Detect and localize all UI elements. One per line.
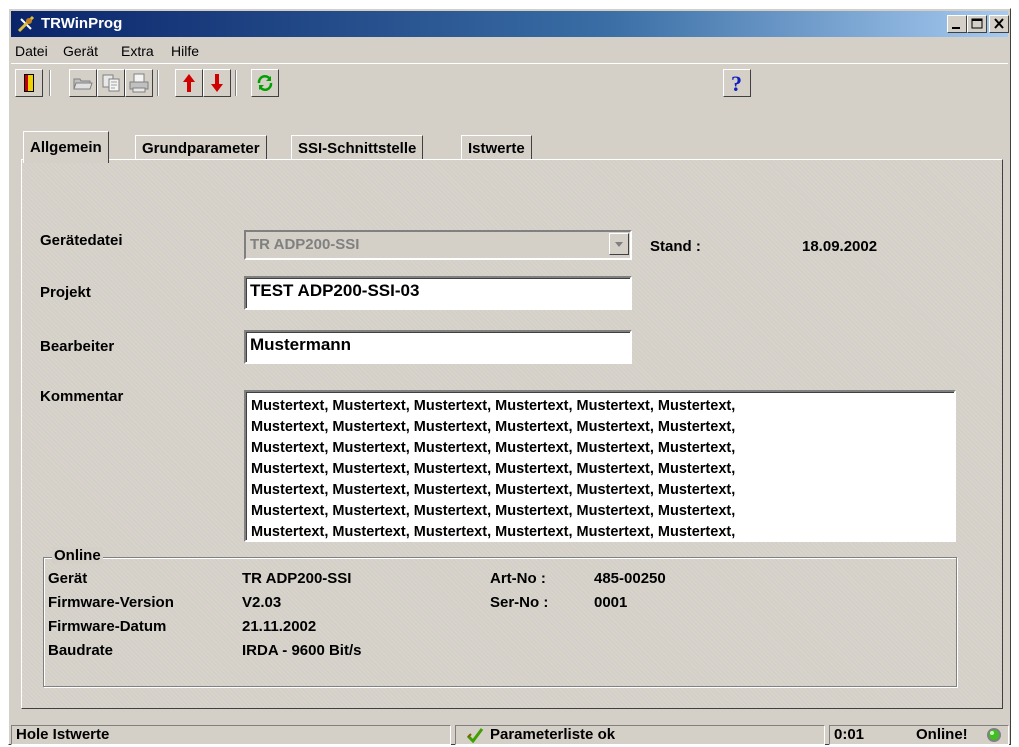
bearbeiter-input[interactable]: Mustermann xyxy=(244,330,632,364)
download-icon xyxy=(211,74,223,92)
geraet-value: TR ADP200-SSI xyxy=(242,570,352,587)
print-icon xyxy=(129,73,149,93)
print-button[interactable] xyxy=(125,69,153,97)
parameterliste-status: Parameterliste ok xyxy=(490,726,616,743)
tab-allgemein[interactable]: Allgemein xyxy=(23,131,109,163)
copy-icon xyxy=(102,74,120,92)
open-button[interactable] xyxy=(69,69,97,97)
status-panel-right: 0:01 Online! xyxy=(829,725,1009,745)
menu-datei[interactable]: Datei xyxy=(15,43,48,59)
help-icon: ? xyxy=(731,73,742,93)
exit-button[interactable] xyxy=(15,69,43,97)
kommentar-line: Mustertext, Mustertext, Mustertext, Must… xyxy=(251,419,736,435)
menu-geraet[interactable]: Gerät xyxy=(63,43,98,59)
exit-icon xyxy=(24,74,34,92)
kommentar-label: Kommentar xyxy=(40,388,124,405)
app-icon xyxy=(17,15,35,33)
bearbeiter-label: Bearbeiter xyxy=(40,338,115,355)
stand-value: 18.09.2002 xyxy=(802,238,878,255)
menu-extra[interactable]: Extra xyxy=(121,43,154,59)
maximize-button[interactable] xyxy=(967,15,987,33)
kommentar-line: Mustertext, Mustertext, Mustertext, Must… xyxy=(251,398,736,414)
kommentar-line: Mustertext, Mustertext, Mustertext, Must… xyxy=(251,503,736,519)
art-no-value: 485-00250 xyxy=(594,570,666,587)
toolbar: ? xyxy=(11,63,1008,99)
download-button[interactable] xyxy=(203,69,231,97)
chevron-down-icon xyxy=(615,242,623,247)
close-button[interactable] xyxy=(989,15,1009,33)
geraet-label: Gerät xyxy=(48,570,88,587)
online-groupbox: Online Gerät TR ADP200-SSI Art-No : 485-… xyxy=(43,547,957,687)
toolbar-separator xyxy=(157,70,159,96)
status-panel-left: Hole Istwerte xyxy=(11,725,451,745)
refresh-icon xyxy=(257,75,273,91)
kommentar-line: Mustertext, Mustertext, Mustertext, Must… xyxy=(251,440,736,456)
online-indicator-icon xyxy=(987,728,1001,742)
ser-no-value: 0001 xyxy=(594,594,628,611)
window-title: TRWinProg xyxy=(41,15,123,32)
upload-button[interactable] xyxy=(175,69,203,97)
status-bar: Hole Istwerte Parameterliste ok 0:01 Onl… xyxy=(11,725,1009,745)
stand-label: Stand : xyxy=(650,238,701,255)
tab-ssi-schnittstelle[interactable]: SSI-Schnittstelle xyxy=(291,135,424,161)
refresh-button[interactable] xyxy=(251,69,279,97)
app-window: TRWinProg Datei Gerät Extra Hilfe ? Allg… xyxy=(8,8,1011,745)
open-folder-icon xyxy=(73,78,93,90)
kommentar-line: Mustertext, Mustertext, Mustertext, Must… xyxy=(251,482,736,498)
minimize-button[interactable] xyxy=(947,15,967,33)
geraetedatei-value: TR ADP200-SSI xyxy=(250,236,360,253)
svg-text:?: ? xyxy=(731,73,742,93)
baudrate-label: Baudrate xyxy=(48,642,114,659)
firmware-datum-value: 21.11.2002 xyxy=(242,618,317,635)
status-panel-middle: Parameterliste ok xyxy=(455,725,825,745)
upload-icon xyxy=(183,74,195,92)
title-bar[interactable]: TRWinProg xyxy=(11,11,1009,37)
ser-no-label: Ser-No : xyxy=(490,594,549,611)
firmware-datum-label: Firmware-Datum xyxy=(48,618,167,635)
menu-hilfe[interactable]: Hilfe xyxy=(171,43,199,59)
tab-istwerte[interactable]: Istwerte xyxy=(461,135,532,161)
dropdown-button[interactable] xyxy=(609,233,629,255)
firmware-version-label: Firmware-Version xyxy=(48,594,174,611)
online-status: Online! xyxy=(916,726,968,743)
geraetedatei-select[interactable]: TR ADP200-SSI xyxy=(244,230,632,260)
tab-grundparameter[interactable]: Grundparameter xyxy=(135,135,267,161)
help-button[interactable]: ? xyxy=(723,69,751,97)
projekt-input[interactable]: TEST ADP200-SSI-03 xyxy=(244,276,632,310)
status-time: 0:01 xyxy=(834,726,865,743)
copy-button[interactable] xyxy=(97,69,125,97)
art-no-label: Art-No : xyxy=(490,570,546,587)
kommentar-line: Mustertext, Mustertext, Mustertext, Must… xyxy=(251,461,736,477)
kommentar-textarea[interactable]: Mustertext, Mustertext, Mustertext, Must… xyxy=(244,390,956,542)
status-text: Hole Istwerte xyxy=(16,726,110,743)
checkmark-icon xyxy=(466,728,484,743)
toolbar-separator xyxy=(235,70,237,96)
geraetedatei-label: Gerätedatei xyxy=(40,232,123,249)
projekt-label: Projekt xyxy=(40,284,91,301)
kommentar-line: Mustertext, Mustertext, Mustertext, Must… xyxy=(251,524,736,540)
toolbar-separator xyxy=(49,70,51,96)
online-group-title: Online xyxy=(52,547,103,564)
baudrate-value: IRDA - 9600 Bit/s xyxy=(242,642,362,659)
menu-bar: Datei Gerät Extra Hilfe xyxy=(11,39,1008,63)
firmware-version-value: V2.03 xyxy=(242,594,282,611)
